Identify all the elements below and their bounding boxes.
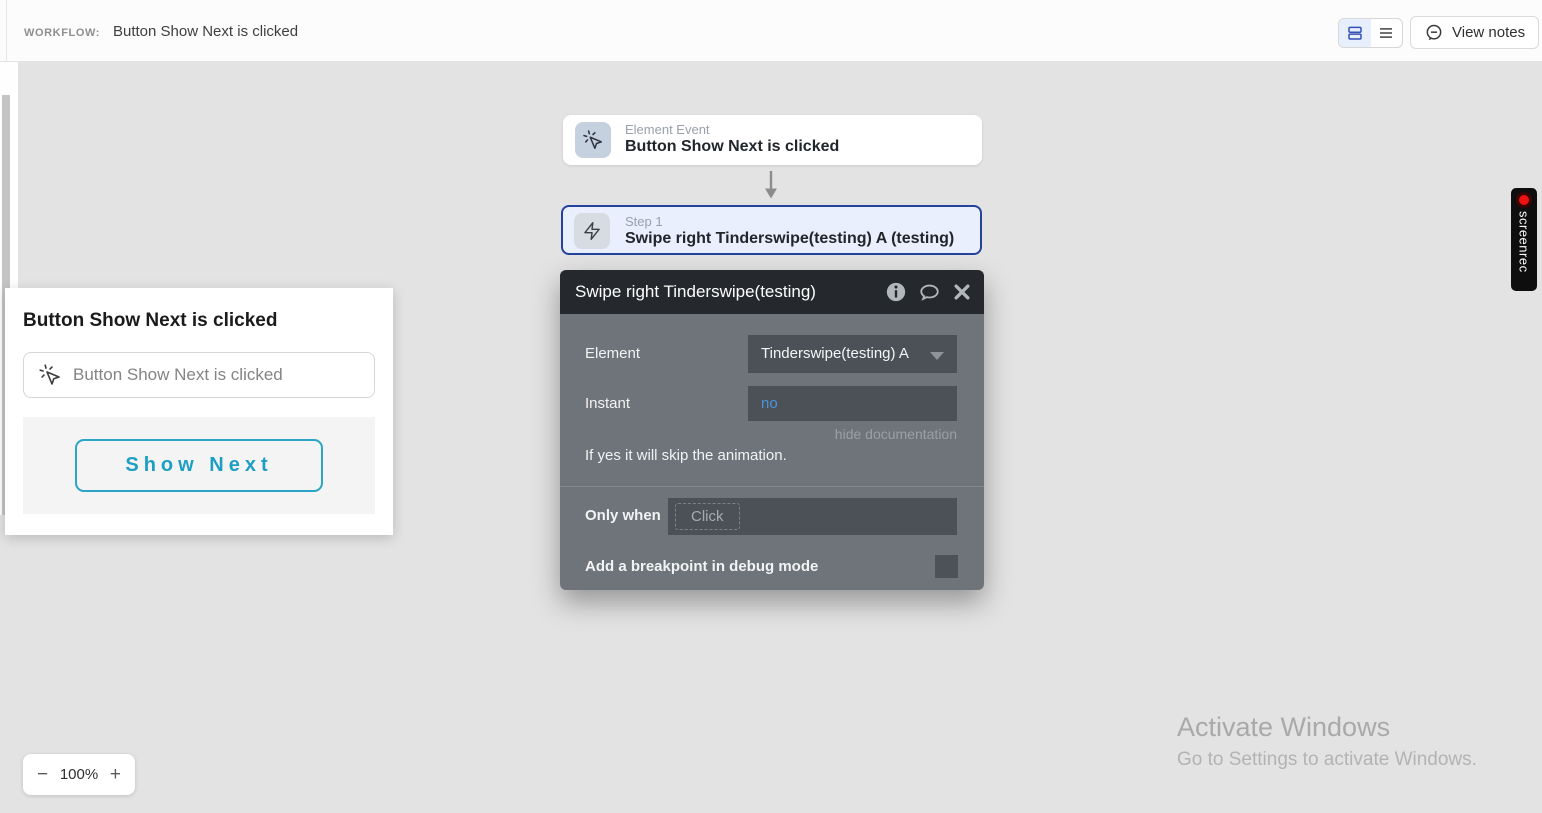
event-card-kicker: Element Event xyxy=(625,122,710,137)
zoom-out-button[interactable]: − xyxy=(37,765,48,784)
watermark-title: Activate Windows xyxy=(1177,712,1391,742)
only-when-placeholder[interactable]: Click xyxy=(675,503,740,530)
view-mode-toggle xyxy=(1338,18,1403,48)
card-view-toggle[interactable] xyxy=(1339,19,1371,47)
preview-event-row[interactable]: Button Show Next is clicked xyxy=(23,352,375,398)
chevron-down-icon xyxy=(930,352,944,360)
instant-label: Instant xyxy=(585,395,631,412)
step-card-title: Swipe right Tinderswipe(testing) A (test… xyxy=(625,230,955,247)
popup-header[interactable]: Swipe right Tinderswipe(testing) xyxy=(560,270,984,314)
instant-field[interactable]: no xyxy=(748,386,957,421)
card-view-icon xyxy=(1346,24,1364,42)
element-dropdown-value: Tinderswipe(testing) A xyxy=(761,345,909,362)
action-properties-popup: Swipe right Tinderswipe(testing) Element… xyxy=(560,270,984,590)
only-when-label: Only when xyxy=(585,507,661,524)
breakpoint-label: Add a breakpoint in debug mode xyxy=(585,558,819,575)
element-preview-card: Button Show Next is clicked Button Show … xyxy=(5,288,393,535)
element-dropdown[interactable]: Tinderswipe(testing) A xyxy=(748,335,957,373)
workflow-title: Button Show Next is clicked xyxy=(113,23,299,40)
comment-icon[interactable] xyxy=(918,281,941,303)
workflow-topbar: WORKFLOW: Button Show Next is clicked Vi… xyxy=(0,0,1542,62)
screenrec-badge[interactable]: screenrec xyxy=(1511,188,1537,291)
workflow-canvas[interactable]: Element Event Button Show Next is clicke… xyxy=(0,62,1542,813)
zoom-control: − 100% + xyxy=(23,754,135,795)
watermark-subtitle: Go to Settings to activate Windows. xyxy=(1177,749,1477,770)
workflow-label: WORKFLOW: xyxy=(24,27,101,39)
lightning-icon xyxy=(582,221,602,241)
info-icon[interactable] xyxy=(885,281,907,303)
zoom-in-button[interactable]: + xyxy=(110,765,121,784)
popup-title: Swipe right Tinderswipe(testing) xyxy=(575,282,816,301)
close-icon[interactable] xyxy=(952,282,972,302)
popup-body: Element Tinderswipe(testing) A Instant n… xyxy=(560,314,984,590)
view-notes-label: View notes xyxy=(1452,24,1526,41)
event-card[interactable]: Element Event Button Show Next is clicke… xyxy=(563,115,982,165)
list-view-icon xyxy=(1377,24,1395,42)
activate-windows-watermark: Activate Windows Go to Settings to activ… xyxy=(1177,712,1477,771)
record-dot-icon xyxy=(1516,192,1532,208)
screenrec-label: screenrec xyxy=(1516,211,1532,273)
step-card-kicker: Step 1 xyxy=(625,214,663,229)
view-notes-button[interactable]: View notes xyxy=(1410,16,1540,49)
list-view-toggle[interactable] xyxy=(1371,19,1403,47)
hide-documentation-link[interactable]: hide documentation xyxy=(748,426,957,442)
step-icon-tile xyxy=(574,213,610,249)
preview-event-text: Button Show Next is clicked xyxy=(73,365,283,384)
step-1-card[interactable]: Step 1 Swipe right Tinderswipe(testing) … xyxy=(561,205,982,255)
element-label: Element xyxy=(585,345,641,362)
show-next-button[interactable]: Show Next xyxy=(75,439,323,492)
instant-value: no xyxy=(761,395,778,412)
cursor-click-icon xyxy=(38,363,62,387)
documentation-text: If yes it will skip the animation. xyxy=(585,447,787,464)
zoom-level: 100% xyxy=(59,766,99,783)
event-card-title: Button Show Next is clicked xyxy=(625,138,840,155)
breakpoint-checkbox[interactable] xyxy=(935,555,958,578)
only-when-field[interactable]: Click xyxy=(668,498,957,535)
preview-button-panel: Show Next xyxy=(23,417,375,514)
event-icon-tile xyxy=(575,122,611,158)
notes-bubble-icon xyxy=(1424,23,1444,43)
cursor-click-icon xyxy=(582,129,604,151)
topbar-left-divider xyxy=(6,0,7,61)
flow-arrow-icon xyxy=(763,170,779,200)
popup-divider xyxy=(560,486,984,487)
preview-title: Button Show Next is clicked xyxy=(23,310,278,331)
